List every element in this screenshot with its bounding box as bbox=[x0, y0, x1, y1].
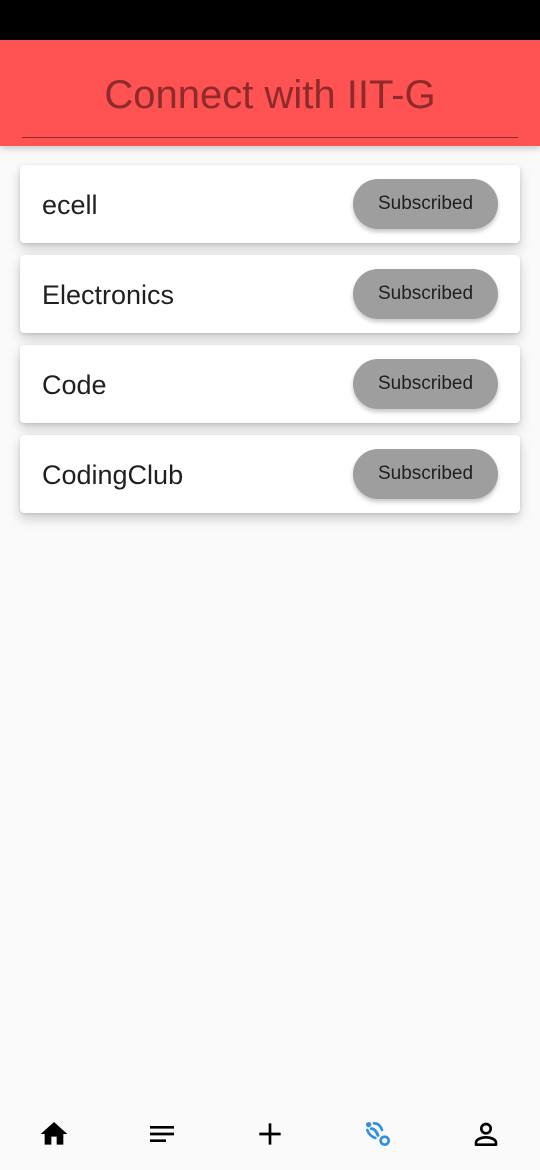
club-name: Electronics bbox=[42, 280, 175, 310]
header-divider bbox=[22, 137, 518, 138]
subscribed-button[interactable]: Subscribed bbox=[353, 269, 498, 319]
profile-icon bbox=[474, 1122, 498, 1146]
page-title: Connect with IIT-G bbox=[104, 73, 436, 117]
club-name: ecell bbox=[42, 190, 98, 220]
subscribed-button[interactable]: Subscribed bbox=[353, 359, 498, 409]
club-list: ecell Subscribed Electronics Subscribed … bbox=[20, 165, 520, 525]
nav-home[interactable] bbox=[34, 1114, 74, 1154]
connect-icon bbox=[366, 1122, 390, 1146]
nav-connect[interactable] bbox=[358, 1114, 398, 1154]
subscribed-button[interactable]: Subscribed bbox=[353, 179, 498, 229]
nav-add[interactable] bbox=[250, 1114, 290, 1154]
subscribed-button[interactable]: Subscribed bbox=[353, 449, 498, 499]
club-card-code[interactable]: Code Subscribed bbox=[20, 345, 520, 423]
club-card-electronics[interactable]: Electronics Subscribed bbox=[20, 255, 520, 333]
nav-profile[interactable] bbox=[466, 1114, 506, 1154]
add-icon bbox=[259, 1123, 281, 1145]
club-card-ecell[interactable]: ecell Subscribed bbox=[20, 165, 520, 243]
club-card-codingclub[interactable]: CodingClub Subscribed bbox=[20, 435, 520, 513]
nav-feed[interactable] bbox=[142, 1114, 182, 1154]
app-header: Connect with IIT-G bbox=[0, 40, 540, 146]
screen: Connect with IIT-G ecell Subscribed Elec… bbox=[0, 0, 540, 1170]
status-bar bbox=[0, 0, 540, 40]
club-name: CodingClub bbox=[42, 460, 184, 490]
bottom-nav bbox=[0, 1100, 540, 1170]
club-name: Code bbox=[42, 370, 107, 400]
home-icon bbox=[40, 1122, 68, 1145]
feed-icon bbox=[150, 1126, 174, 1142]
